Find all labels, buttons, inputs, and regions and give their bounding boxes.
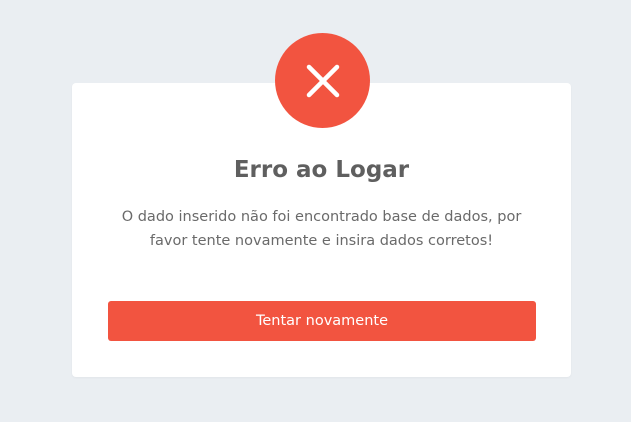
retry-button[interactable]: Tentar novamente <box>108 301 536 341</box>
close-icon <box>306 64 339 97</box>
dialog-title: Erro ao Logar <box>233 157 410 183</box>
error-icon-badge <box>275 33 370 128</box>
page-background: Erro ao Logar O dado inserido não foi en… <box>0 0 631 422</box>
dialog-message: O dado inserido não foi encontrado base … <box>121 209 522 249</box>
